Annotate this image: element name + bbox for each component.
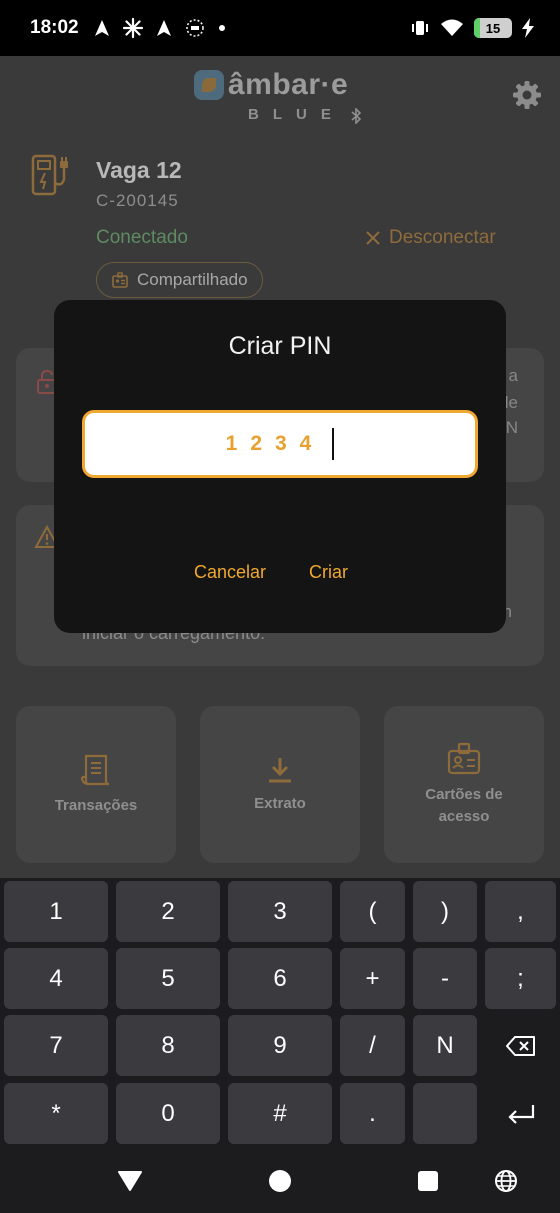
key-2[interactable]: 2 bbox=[116, 881, 220, 942]
text-caret bbox=[332, 428, 335, 460]
key-minus[interactable]: - bbox=[413, 948, 477, 1009]
language-button[interactable] bbox=[476, 1148, 536, 1213]
settings-gear-icon[interactable] bbox=[512, 80, 542, 110]
back-triangle-icon bbox=[118, 1170, 142, 1191]
numeric-keyboard: 1 2 3 ( ) , 4 5 6 + - ; 7 8 9 / N * 0 # … bbox=[0, 878, 560, 1213]
card1-text-fragment: a bbox=[508, 366, 518, 385]
shared-chip[interactable]: Compartilhado bbox=[96, 262, 263, 298]
key-9[interactable]: 9 bbox=[228, 1015, 332, 1076]
app-badge-icon bbox=[185, 19, 204, 37]
battery-indicator: 15 bbox=[474, 18, 512, 38]
receipt-icon bbox=[80, 754, 110, 785]
station-name: Vaga 12 bbox=[96, 157, 182, 183]
shared-label: Compartilhado bbox=[137, 270, 248, 289]
key-space[interactable] bbox=[413, 1083, 477, 1144]
key-4[interactable]: 4 bbox=[4, 948, 108, 1009]
tile-label: Extrato bbox=[254, 794, 306, 812]
globe-icon bbox=[495, 1169, 517, 1192]
disconnect-button[interactable]: Desconectar bbox=[365, 227, 496, 249]
download-icon bbox=[269, 757, 291, 782]
enter-icon bbox=[507, 1104, 534, 1124]
key-7[interactable]: 7 bbox=[4, 1015, 108, 1076]
key-open-paren[interactable]: ( bbox=[340, 881, 405, 942]
vibrate-icon bbox=[412, 21, 428, 35]
key-hash[interactable]: # bbox=[228, 1083, 332, 1144]
pin-value: 1234 bbox=[225, 432, 325, 455]
close-icon bbox=[366, 231, 380, 245]
navigation-arrow-icon bbox=[94, 20, 109, 36]
dialog-title: Criar PIN bbox=[228, 332, 332, 360]
pin-input[interactable]: 1234 bbox=[82, 410, 478, 478]
cancel-button[interactable]: Cancelar bbox=[194, 562, 266, 583]
create-pin-dialog: Criar PIN 1234 Cancelar Criar bbox=[54, 300, 506, 633]
home-button[interactable] bbox=[250, 1148, 310, 1213]
connection-status: Conectado bbox=[96, 227, 188, 248]
wifi-icon bbox=[441, 19, 463, 36]
key-5[interactable]: 5 bbox=[116, 948, 220, 1009]
charging-bolt-icon bbox=[522, 18, 534, 38]
tile-label: Cartões de acesso bbox=[425, 785, 503, 825]
key-semicolon[interactable]: ; bbox=[485, 948, 556, 1009]
bluetooth-icon bbox=[351, 108, 362, 124]
key-comma[interactable]: , bbox=[485, 881, 556, 942]
enter-key[interactable] bbox=[485, 1083, 556, 1144]
navigation-arrow-icon bbox=[156, 20, 171, 36]
system-navigation-bar bbox=[0, 1148, 560, 1213]
disconnect-label: Desconectar bbox=[389, 227, 496, 248]
ev-charger-icon bbox=[31, 154, 68, 196]
status-time: 18:02 bbox=[30, 17, 79, 38]
key-n[interactable]: N bbox=[413, 1015, 477, 1076]
id-badge-icon bbox=[112, 272, 128, 288]
access-card-icon bbox=[447, 742, 481, 774]
key-asterisk[interactable]: * bbox=[4, 1083, 108, 1144]
recents-button[interactable] bbox=[398, 1148, 458, 1213]
access-cards-tile[interactable]: Cartões de acesso bbox=[384, 706, 544, 863]
brand-logo: âmbar·e BLUE bbox=[192, 68, 372, 128]
brand-name: âmbar·e bbox=[228, 68, 349, 101]
battery-percent: 15 bbox=[485, 20, 501, 36]
recents-square-icon bbox=[418, 1170, 438, 1191]
key-8[interactable]: 8 bbox=[116, 1015, 220, 1076]
key-period[interactable]: . bbox=[340, 1083, 405, 1144]
station-code: C-200145 bbox=[96, 191, 179, 210]
back-button[interactable] bbox=[100, 1148, 160, 1213]
card1-text-fragment: N bbox=[505, 418, 518, 437]
status-bar: 18:02 15 bbox=[0, 0, 560, 56]
key-3[interactable]: 3 bbox=[228, 881, 332, 942]
statement-tile[interactable]: Extrato bbox=[200, 706, 360, 863]
notification-icons bbox=[93, 18, 227, 38]
key-plus[interactable]: + bbox=[340, 948, 405, 1009]
system-icons: 15 bbox=[410, 18, 534, 38]
key-close-paren[interactable]: ) bbox=[413, 881, 477, 942]
key-0[interactable]: 0 bbox=[116, 1083, 220, 1144]
tile-label: Transações bbox=[54, 796, 138, 814]
leaf-logo-icon bbox=[194, 70, 224, 100]
transactions-tile[interactable]: Transações bbox=[16, 706, 176, 863]
dot-icon bbox=[218, 25, 225, 31]
sparkle-icon bbox=[122, 18, 143, 38]
brand-subtitle: BLUE bbox=[248, 106, 345, 123]
key-6[interactable]: 6 bbox=[228, 948, 332, 1009]
key-slash[interactable]: / bbox=[340, 1015, 405, 1076]
create-button[interactable]: Criar bbox=[309, 562, 348, 583]
key-1[interactable]: 1 bbox=[4, 881, 108, 942]
home-circle-icon bbox=[269, 1169, 291, 1192]
battery-fill bbox=[474, 18, 480, 38]
backspace-key[interactable] bbox=[485, 1015, 556, 1076]
backspace-icon bbox=[505, 1035, 535, 1056]
